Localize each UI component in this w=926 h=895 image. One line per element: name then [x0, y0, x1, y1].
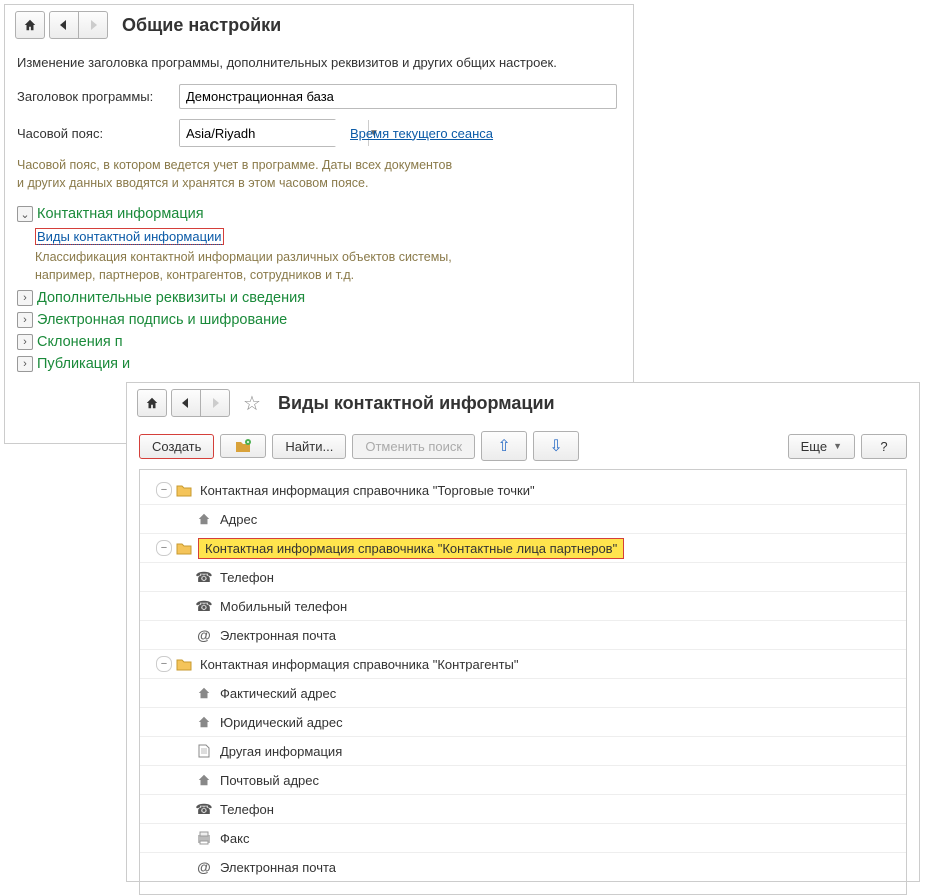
nav-bar: ☆ Виды контактной информации: [127, 383, 919, 423]
tree-item[interactable]: ☎ Телефон: [140, 563, 906, 592]
tree-item[interactable]: Юридический адрес: [140, 708, 906, 737]
timezone-value[interactable]: [180, 120, 368, 146]
home-button[interactable]: [15, 11, 45, 39]
expand-icon[interactable]: ›: [17, 334, 33, 350]
create-folder-button[interactable]: [220, 434, 266, 458]
tree-item[interactable]: Адрес: [140, 505, 906, 534]
more-button[interactable]: Еще▼: [788, 434, 855, 459]
back-button[interactable]: [49, 11, 79, 39]
tree-panel: − Контактная информация справочника "Тор…: [139, 469, 907, 895]
expand-icon[interactable]: ›: [17, 290, 33, 306]
folder-icon: [176, 482, 192, 498]
at-icon: @: [196, 859, 212, 875]
tree-item[interactable]: ☎ Телефон: [140, 795, 906, 824]
timezone-label: Часовой пояс:: [17, 126, 179, 141]
home-button[interactable]: [137, 389, 167, 417]
expand-icon[interactable]: ›: [17, 356, 33, 372]
collapse-icon[interactable]: −: [156, 656, 172, 672]
back-button[interactable]: [171, 389, 201, 417]
tree-item[interactable]: Почтовый адрес: [140, 766, 906, 795]
section-contact-info[interactable]: ⌄ Контактная информация: [17, 206, 621, 222]
tree-item[interactable]: Другая информация: [140, 737, 906, 766]
contact-types-link[interactable]: Виды контактной информации: [37, 229, 222, 245]
house-icon: [196, 714, 212, 730]
section-publication[interactable]: › Публикация и: [17, 356, 621, 372]
section-signature[interactable]: › Электронная подпись и шифрование: [17, 312, 621, 328]
page-title: Виды контактной информации: [278, 393, 555, 414]
cancel-find-button[interactable]: Отменить поиск: [352, 434, 475, 459]
timezone-select[interactable]: ▼: [179, 119, 336, 147]
section-extra-props[interactable]: › Дополнительные реквизиты и сведения: [17, 290, 621, 306]
favorite-star-icon[interactable]: ☆: [240, 391, 264, 415]
collapse-icon[interactable]: −: [156, 482, 172, 498]
page-description: Изменение заголовка программы, дополните…: [17, 55, 621, 70]
find-button[interactable]: Найти...: [272, 434, 346, 459]
create-button[interactable]: Создать: [139, 434, 214, 459]
collapse-icon[interactable]: −: [156, 540, 172, 556]
nav-bar: Общие настройки: [5, 5, 633, 45]
selected-row-label: Контактная информация справочника "Конта…: [198, 538, 624, 559]
forward-button[interactable]: [201, 389, 230, 417]
document-icon: [196, 743, 212, 759]
collapse-icon[interactable]: ⌄: [17, 206, 33, 222]
tree-group[interactable]: − Контактная информация справочника "Кон…: [140, 650, 906, 679]
house-icon: [196, 511, 212, 527]
general-settings-window: Общие настройки Изменение заголовка прог…: [4, 4, 634, 444]
toolbar: Создать Найти... Отменить поиск ⇧ ⇩ Еще▼…: [127, 423, 919, 469]
contact-types-window: ☆ Виды контактной информации Создать Най…: [126, 382, 920, 882]
help-button[interactable]: ?: [861, 434, 907, 459]
at-icon: @: [196, 627, 212, 643]
phone-icon: ☎: [196, 569, 212, 585]
tree-item[interactable]: @ Электронная почта: [140, 621, 906, 650]
page-title: Общие настройки: [122, 15, 281, 36]
tree-group[interactable]: − Контактная информация справочника "Тор…: [140, 476, 906, 505]
timezone-hint: Часовой пояс, в котором ведется учет в п…: [17, 157, 457, 192]
folder-icon: [176, 540, 192, 556]
phone-icon: ☎: [196, 598, 212, 614]
session-time-link[interactable]: Время текущего сеанса: [350, 126, 493, 141]
tree-item[interactable]: Факс: [140, 824, 906, 853]
tree-group-selected[interactable]: − Контактная информация справочника "Кон…: [140, 534, 906, 563]
tree-item[interactable]: ☎ Мобильный телефон: [140, 592, 906, 621]
move-down-button[interactable]: ⇩: [533, 431, 579, 461]
contact-hint: Классификация контактной информации разл…: [35, 249, 495, 284]
fax-icon: [196, 830, 212, 846]
phone-icon: ☎: [196, 801, 212, 817]
program-title-input[interactable]: [179, 84, 617, 109]
expand-icon[interactable]: ›: [17, 312, 33, 328]
move-up-button[interactable]: ⇧: [481, 431, 527, 461]
house-icon: [196, 685, 212, 701]
section-declensions[interactable]: › Склонения п: [17, 334, 621, 350]
program-title-label: Заголовок программы:: [17, 89, 179, 104]
forward-button[interactable]: [79, 11, 108, 39]
folder-icon: [176, 656, 192, 672]
tree-item[interactable]: Фактический адрес: [140, 679, 906, 708]
tree-item[interactable]: @ Электронная почта: [140, 853, 906, 881]
house-icon: [196, 772, 212, 788]
